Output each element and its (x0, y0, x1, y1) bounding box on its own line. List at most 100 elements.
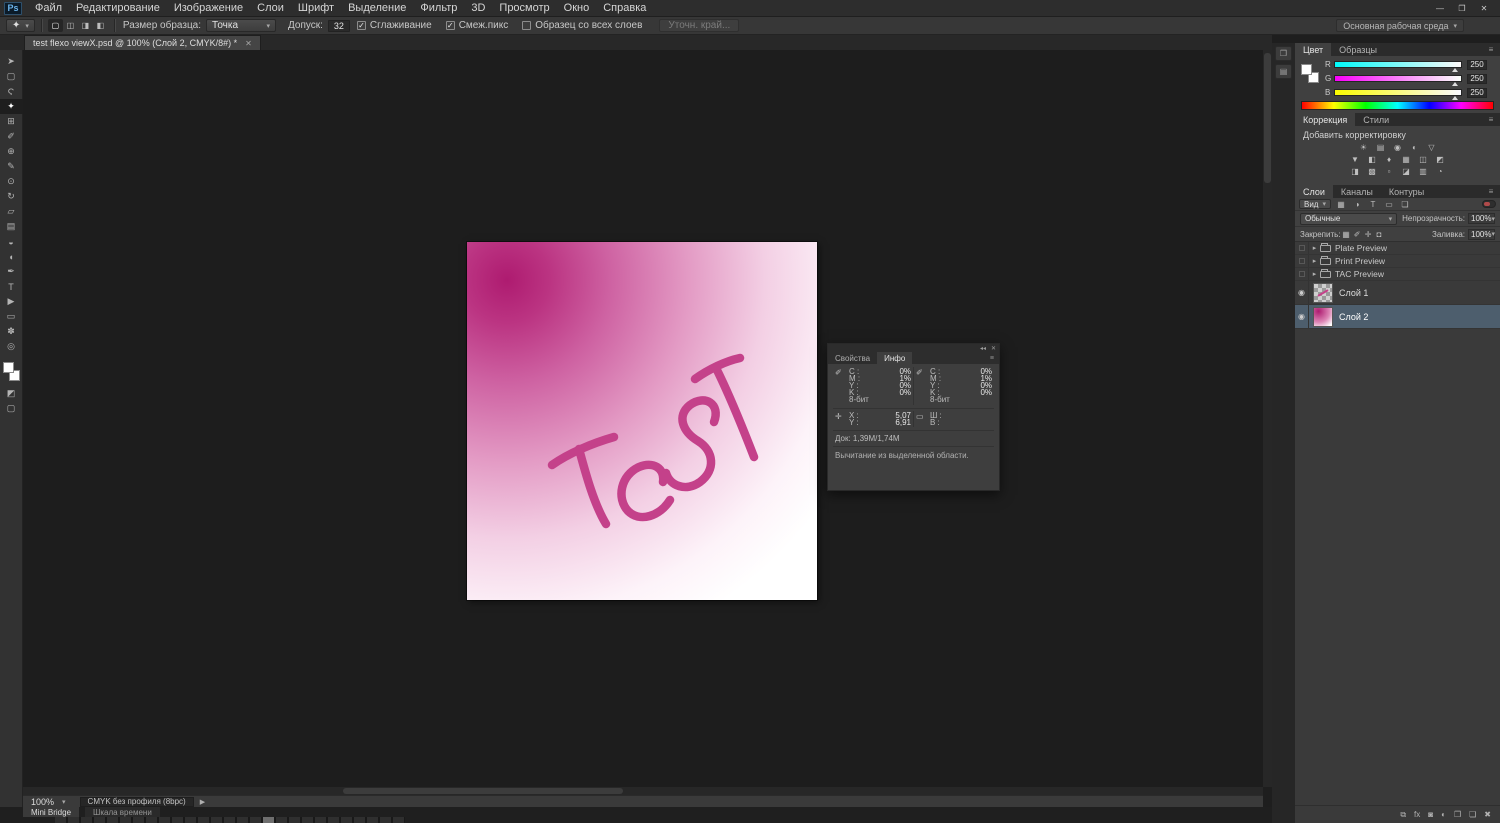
menu-window[interactable]: Окно (557, 0, 597, 16)
menu-layers[interactable]: Слои (250, 0, 291, 16)
layer-style-icon[interactable]: fx (1414, 810, 1420, 819)
blue-value[interactable]: 250 (1467, 87, 1487, 98)
tolerance-input[interactable]: 32 (327, 19, 350, 32)
foreground-color-swatch[interactable] (1301, 64, 1312, 75)
adjustment-icon[interactable]: ▩ (1366, 166, 1379, 177)
layer-group-row[interactable]: ▸ Plate Preview (1295, 242, 1500, 255)
menu-edit[interactable]: Редактирование (69, 0, 167, 16)
new-group-icon[interactable]: ❒ (1454, 810, 1461, 819)
quick-mask-icon[interactable]: ◩ (0, 386, 23, 401)
layer-row[interactable]: ◉ Слой 1 (1295, 281, 1500, 305)
sample-size-select[interactable]: Точка ▾ (206, 19, 277, 32)
menu-file[interactable]: Файл (28, 0, 69, 16)
tool-move[interactable]: ➤ (0, 54, 23, 69)
tab-mini-bridge[interactable]: Mini Bridge (23, 807, 80, 817)
document-profile-readout[interactable]: CMYK без профиля (8bpc) (79, 796, 194, 807)
tool-dodge[interactable]: ◖ (0, 249, 23, 264)
adjustment-icon[interactable]: ▼ (1349, 154, 1362, 165)
foreground-background-swatches[interactable] (0, 360, 23, 386)
selection-add-icon[interactable]: ◫ (63, 19, 78, 32)
visibility-toggle[interactable] (1295, 255, 1309, 267)
sample-all-layers-checkbox[interactable]: Образец со всех слоев (522, 20, 642, 31)
tool-path-selection[interactable]: ▶ (0, 294, 23, 309)
adjustment-icon[interactable]: ◨ (1349, 166, 1362, 177)
screen-mode-icon[interactable]: ▢ (0, 401, 23, 416)
menu-select[interactable]: Выделение (341, 0, 413, 16)
layer-thumbnail[interactable] (1313, 282, 1333, 303)
adjustment-icon[interactable]: ◐ (1408, 142, 1421, 153)
tool-hand[interactable]: ✽ (0, 324, 23, 339)
tool-gradient[interactable]: ▤ (0, 219, 23, 234)
tool-preset-picker[interactable]: ✦ ▾ (6, 19, 35, 32)
collapse-icon[interactable]: ◂◂ (980, 345, 986, 352)
red-slider[interactable] (1334, 61, 1462, 72)
tab-styles[interactable]: Стили (1355, 113, 1397, 126)
adjustment-icon[interactable]: ▽ (1425, 142, 1438, 153)
layer-filter-toggle[interactable] (1482, 200, 1496, 208)
green-slider[interactable] (1334, 75, 1462, 86)
tool-history-brush[interactable]: ↻ (0, 189, 23, 204)
tab-paths[interactable]: Контуры (1381, 185, 1432, 198)
selection-new-icon[interactable]: ▢ (47, 19, 63, 32)
tool-type[interactable]: T (0, 279, 23, 294)
adjustment-icon[interactable]: ◪ (1400, 166, 1413, 177)
slider-thumb[interactable] (1452, 82, 1458, 86)
adjustment-icon[interactable]: ☀ (1357, 142, 1370, 153)
adjustment-icon[interactable]: ◫ (1417, 154, 1430, 165)
minimize-icon[interactable]: — (1429, 1, 1451, 15)
layer-name[interactable]: Слой 1 (1339, 288, 1368, 298)
link-layers-icon[interactable]: ⧉ (1400, 810, 1406, 820)
tool-lasso[interactable]: Ϛ (0, 84, 23, 99)
blue-slider[interactable] (1334, 89, 1462, 100)
layer-group-row[interactable]: ▸ Print Preview (1295, 255, 1500, 268)
adjustment-icon[interactable]: ◩ (1434, 154, 1447, 165)
visibility-toggle[interactable] (1295, 268, 1309, 280)
adjustment-icon[interactable]: ◧ (1366, 154, 1379, 165)
tool-pen[interactable]: ✒ (0, 264, 23, 279)
slider-thumb[interactable] (1452, 96, 1458, 100)
red-value[interactable]: 250 (1467, 59, 1487, 70)
tab-timeline[interactable]: Шкала времени (85, 807, 160, 817)
filter-pixel-layers-icon[interactable]: ▦ (1335, 199, 1347, 209)
layer-thumbnail[interactable] (1313, 306, 1333, 327)
layer-group-row[interactable]: ▸ TAC Preview (1295, 268, 1500, 281)
foreground-color-swatch[interactable] (2, 362, 14, 373)
tab-adjustments[interactable]: Коррекция (1295, 113, 1356, 126)
close-icon[interactable]: ✕ (991, 345, 996, 352)
tab-layers[interactable]: Слои (1295, 185, 1333, 198)
selection-intersect-icon[interactable]: ◧ (93, 19, 108, 32)
menu-type[interactable]: Шрифт (291, 0, 341, 16)
color-swatch-stack[interactable] (1301, 64, 1323, 86)
panel-menu-icon[interactable]: ≡ (1482, 43, 1500, 56)
adjustment-icon[interactable]: ▫ (1383, 166, 1396, 177)
lock-all-icon[interactable]: ◘ (1374, 229, 1385, 240)
document-canvas[interactable] (467, 242, 817, 600)
lock-transparent-icon[interactable]: ▦ (1341, 229, 1352, 240)
horizontal-scrollbar[interactable] (23, 787, 1263, 795)
selection-subtract-icon[interactable]: ◨ (78, 19, 93, 32)
tool-eraser[interactable]: ▱ (0, 204, 23, 219)
new-layer-icon[interactable]: ❏ (1469, 810, 1476, 819)
lock-pixels-icon[interactable]: ✐ (1352, 229, 1363, 240)
vertical-scrollbar-thumb[interactable] (1264, 53, 1271, 183)
tab-close-icon[interactable]: ✕ (245, 39, 252, 48)
expand-triangle-icon[interactable]: ▸ (1309, 257, 1320, 265)
filter-type-layers-icon[interactable]: T (1367, 199, 1379, 209)
panel-menu-icon[interactable]: ≡ (1482, 185, 1500, 198)
slider-thumb[interactable] (1452, 68, 1458, 72)
restore-icon[interactable]: ❐ (1451, 1, 1473, 15)
tool-rectangular-marquee[interactable]: ▢ (0, 69, 23, 84)
status-options-icon[interactable]: ▶ (200, 798, 205, 806)
adjustment-icon[interactable]: ▤ (1374, 142, 1387, 153)
vertical-scrollbar[interactable] (1263, 50, 1272, 787)
tool-eyedropper[interactable]: ✐ (0, 129, 23, 144)
visibility-toggle[interactable] (1295, 242, 1309, 254)
adjustment-layer-icon[interactable]: ◐ (1441, 810, 1446, 819)
tab-properties[interactable]: Свойства (828, 352, 877, 364)
tool-zoom[interactable]: ◎ (0, 339, 23, 354)
visibility-toggle[interactable]: ◉ (1295, 281, 1309, 304)
antialias-checkbox[interactable]: ✓ Сглаживание (356, 20, 432, 31)
tool-brush[interactable]: ✎ (0, 159, 23, 174)
adjustment-icon[interactable]: ♦ (1383, 154, 1396, 165)
tool-magic-wand[interactable]: ✦ (0, 99, 23, 114)
